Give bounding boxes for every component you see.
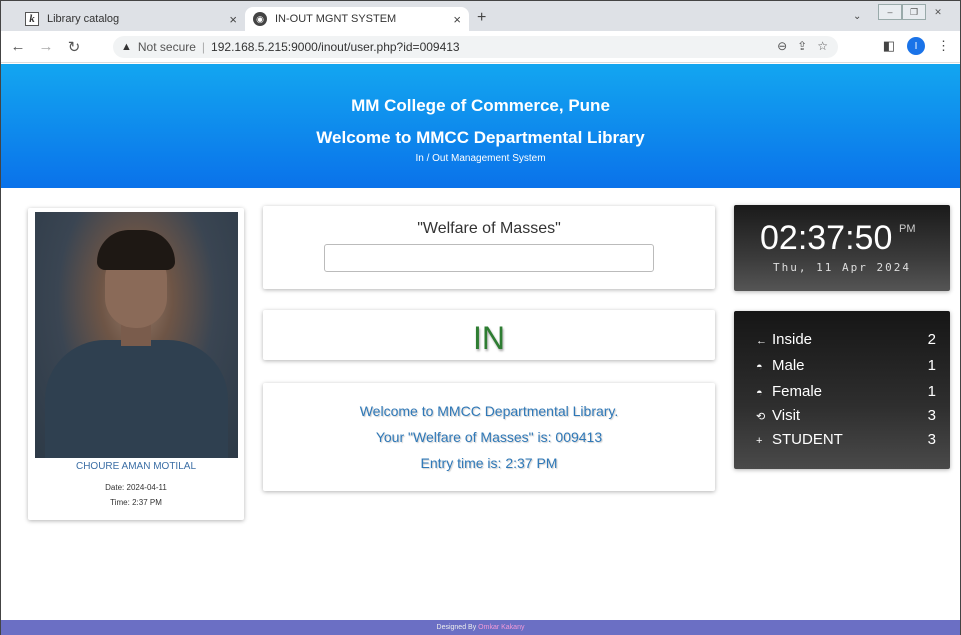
clock-time: 02:37:50 [760, 219, 893, 257]
address-bar[interactable]: ▲ Not secure | 192.168.5.215:9000/inout/… [113, 36, 838, 58]
stats-card: ← Inside 2 ◓ Male 1 ◓ Female 1 ⟲ Visit 3 + ST… [734, 311, 950, 469]
chevron-down-icon[interactable]: ⌄ [853, 11, 861, 22]
reload-icon[interactable]: ↻ [63, 38, 85, 56]
entry-date: Date: 2024-04-11 [105, 483, 167, 492]
photo-hair [97, 230, 175, 270]
clock-ampm: PM [899, 223, 916, 235]
back-icon[interactable]: ← [7, 38, 29, 55]
restore-icon[interactable]: ❐ [902, 4, 926, 20]
stat-student: + STUDENT 3 [756, 431, 936, 448]
browser-toolbar: ← → ↻ ▲ Not secure | 192.168.5.215:9000/… [1, 31, 960, 63]
zoom-icon[interactable]: ⊖ [777, 39, 787, 53]
stat-label: Visit [772, 407, 801, 424]
not-secure-label: Not secure [137, 40, 196, 54]
male-icon: ◓ [756, 361, 763, 373]
warning-icon: ▲ [121, 41, 132, 53]
stat-value: 3 [927, 431, 936, 448]
profile-avatar[interactable]: I [907, 37, 925, 55]
message-line: Entry time is: 2:37 PM [420, 455, 558, 471]
url-text[interactable]: 192.168.5.215:9000/inout/user.php?id=009… [211, 40, 460, 54]
message-line: Welcome to MMCC Departmental Library. [359, 403, 619, 419]
arrow-left-icon: ← [756, 335, 767, 347]
plus-icon: + [756, 435, 763, 447]
tab-inout-system[interactable]: ◉ IN-OUT MGNT SYSTEM × [245, 7, 469, 31]
stat-female: ◓ Female 1 [756, 383, 936, 400]
tab-library-catalog[interactable]: k Library catalog × [17, 7, 245, 31]
entry-time: Time: 2:37 PM [110, 498, 162, 507]
student-name: CHOURE AMAN MOTILAL [75, 461, 197, 472]
window-controls: – ❐ ✕ [878, 4, 950, 20]
status-card: IN [263, 310, 715, 360]
refresh-icon: ⟲ [756, 411, 766, 423]
stat-value: 3 [927, 407, 936, 424]
college-title: MM College of Commerce, Pune [351, 96, 610, 115]
browser-tab-strip: k Library catalog × ◉ IN-OUT MGNT SYSTEM… [1, 1, 960, 31]
id-scan-input[interactable] [324, 244, 654, 272]
stat-value: 1 [927, 357, 936, 374]
share-icon[interactable]: ⇪ [797, 39, 807, 53]
scan-card: "Welfare of Masses" [263, 206, 715, 289]
side-panel-icon[interactable]: ◧ [883, 38, 895, 54]
stat-label: Female [772, 383, 823, 400]
forward-icon[interactable]: → [35, 38, 57, 55]
tab-label: Library catalog [47, 13, 120, 25]
k-icon: k [25, 12, 39, 26]
system-subtitle: In / Out Management System [415, 153, 546, 164]
window-close-icon[interactable]: ✕ [926, 4, 950, 20]
star-icon[interactable]: ☆ [817, 39, 828, 53]
page-header: MM College of Commerce, Pune Welcome to … [1, 64, 960, 188]
stat-label: STUDENT [772, 431, 843, 448]
menu-icon[interactable]: ⋮ [937, 38, 950, 54]
photo-shirt [45, 340, 228, 458]
message-line: Your "Welfare of Masses" is: 009413 [375, 429, 603, 445]
separator: | [201, 40, 206, 54]
tab-label: IN-OUT MGNT SYSTEM [275, 13, 397, 25]
stat-value: 1 [927, 383, 936, 400]
female-icon: ◓ [756, 387, 763, 399]
toolbar-right: ◧ I ⋮ [883, 37, 950, 55]
page-footer: Designed By Omkar Kakany [1, 620, 960, 635]
stat-value: 2 [927, 331, 936, 348]
new-tab-button[interactable]: + [477, 9, 486, 27]
stat-male: ◓ Male 1 [756, 357, 936, 374]
footer-author-link[interactable]: Omkar Kakany [478, 624, 524, 631]
stat-inside: ← Inside 2 [756, 331, 936, 348]
close-icon[interactable]: × [453, 12, 461, 27]
globe-icon: ◉ [253, 12, 267, 26]
message-card: Welcome to MMCC Departmental Library. Yo… [263, 383, 715, 491]
clock-date: Thu, 11 Apr 2024 [773, 261, 911, 274]
omnibox-icons: ⊖ ⇪ ☆ [777, 39, 828, 53]
stat-visit: ⟲ Visit 3 [756, 407, 936, 424]
motto-text: "Welfare of Masses" [417, 220, 561, 237]
stat-label: Inside [772, 331, 813, 348]
clock-card: 02:37:50 PM Thu, 11 Apr 2024 [734, 205, 950, 291]
profile-photo [35, 212, 238, 458]
status-text: IN [473, 320, 505, 356]
stat-label: Male [772, 357, 805, 374]
minimize-icon[interactable]: – [878, 4, 902, 20]
close-icon[interactable]: × [229, 12, 237, 27]
profile-card: CHOURE AMAN MOTILAL Date: 2024-04-11 Tim… [28, 208, 244, 520]
welcome-title: Welcome to MMCC Departmental Library [316, 128, 645, 147]
footer-prefix: Designed By [436, 624, 477, 631]
